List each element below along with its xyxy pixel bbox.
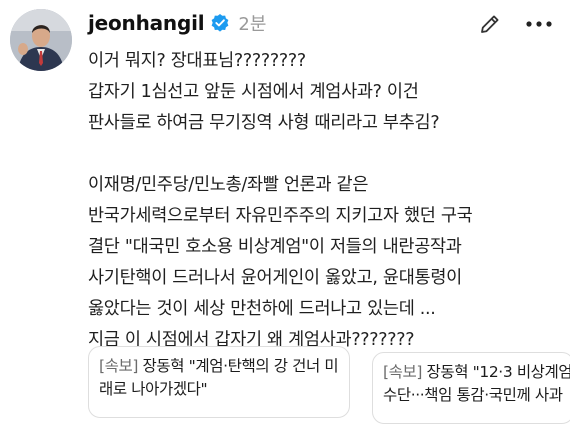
post-line: 판사들로 하여금 무기징역 사형 때리라고 부추김? (88, 113, 440, 133)
avatar[interactable] (10, 9, 72, 71)
link-card[interactable]: [속보] 장동혁 "12·3 비상계엄 수단···책임 통감·국민께 사과 (372, 352, 570, 424)
more-horizontal-icon[interactable] (524, 14, 554, 34)
post-line: 갑자기 1심선고 앞둔 시점에서 계엄사과? 이건 (88, 82, 419, 102)
pencil-icon[interactable] (478, 12, 502, 36)
verified-badge-icon (210, 13, 230, 33)
post-body: 이거 뭐지? 장대표님???????? 갑자기 1심선고 앞둔 시점에서 계엄사… (88, 46, 564, 356)
post-timestamp: 2분 (238, 14, 267, 35)
post-header: jeonhangil 2분 (88, 8, 266, 38)
link-card-title: [속보] 장동혁 "12·3 비상계엄 수단···책임 통감·국민께 사과 (373, 353, 570, 407)
post-line: 옳았다는 것이 세상 만천하에 드러나고 있는데 ... (88, 299, 436, 319)
post-line: 사기탄핵이 드러나서 윤어게인이 옳았고, 윤대통령이 (88, 268, 462, 288)
link-card-text: 수단···책임 통감·국민께 사과 (383, 386, 563, 404)
news-tag: [속보] (383, 363, 423, 381)
link-card-text: 장동혁 "12·3 비상계엄 (422, 363, 570, 381)
post-paragraph: 이재명/민주당/민노총/좌빨 언론과 같은 반국가세력으로부터 자유민주주의 지… (88, 170, 564, 356)
news-tag: [속보] (99, 357, 139, 375)
link-card[interactable]: [속보] 장동혁 "계엄·탄핵의 강 건너 미 래로 나아가겠다" (88, 346, 350, 418)
post-line: 이거 뭐지? 장대표님???????? (88, 51, 306, 71)
post-line: 반국가세력으로부터 자유민주주의 지키고자 했던 구국 (88, 206, 473, 226)
link-card-title: [속보] 장동혁 "계엄·탄핵의 강 건너 미 래로 나아가겠다" (89, 347, 349, 401)
link-card-text: 장동혁 "계엄·탄핵의 강 건너 미 (138, 357, 339, 375)
post-paragraph: 이거 뭐지? 장대표님???????? 갑자기 1심선고 앞둔 시점에서 계엄사… (88, 46, 564, 139)
link-card-text: 래로 나아가겠다" (99, 380, 208, 398)
username[interactable]: jeonhangil (88, 11, 205, 35)
post-line: 결단 "대국민 호소용 비상계엄"이 저들의 내란공작과 (88, 237, 462, 257)
post-line: 이재명/민주당/민노총/좌빨 언론과 같은 (88, 175, 369, 195)
